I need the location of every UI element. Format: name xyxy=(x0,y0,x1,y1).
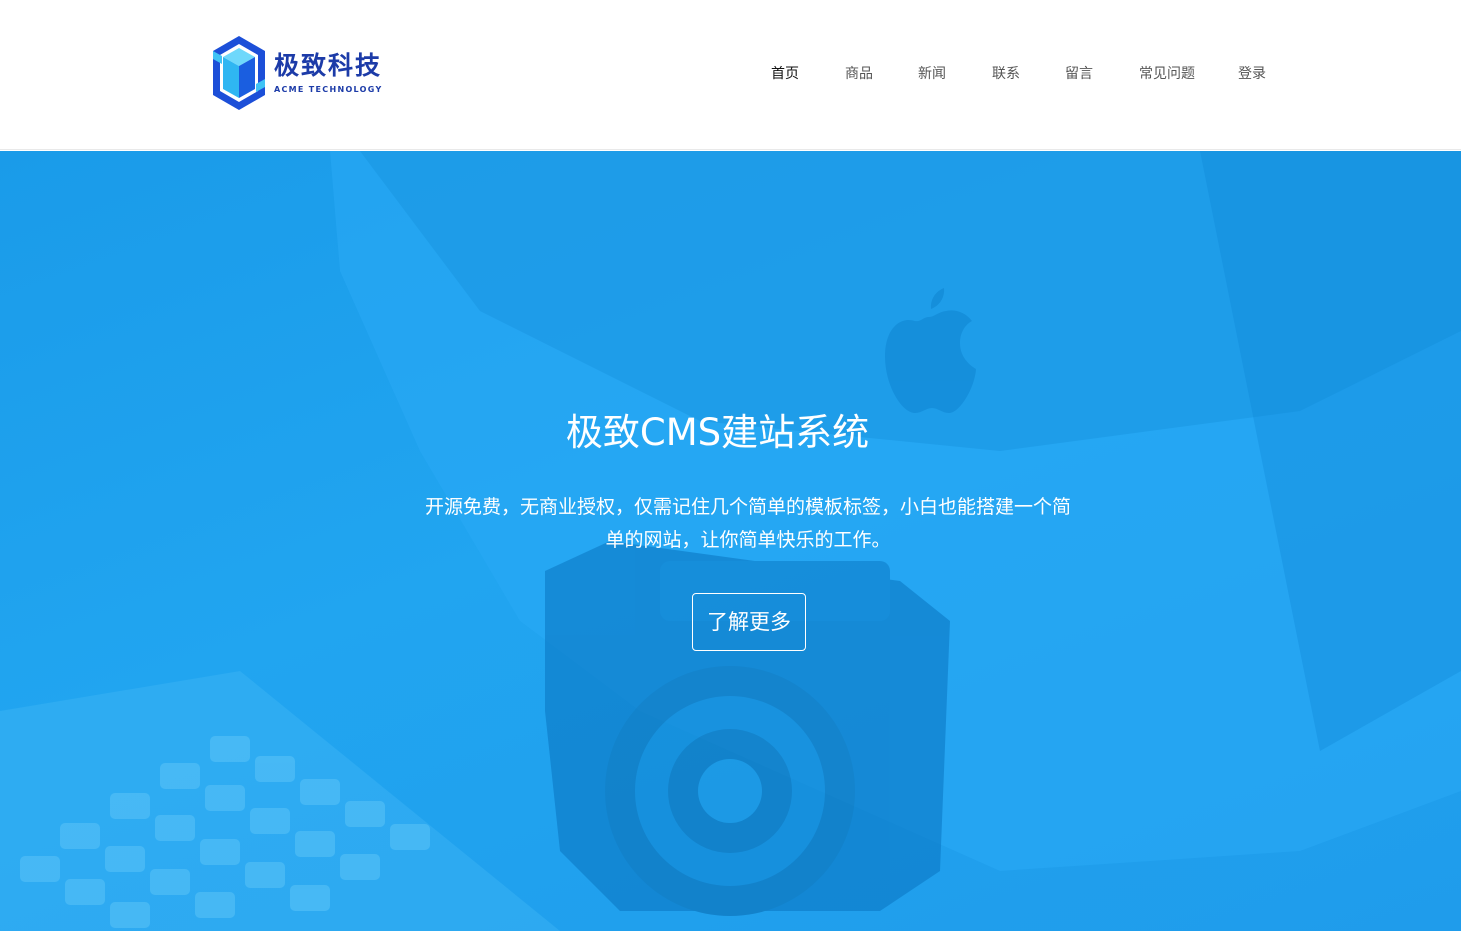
hero-description: 开源免费，无商业授权，仅需记住几个简单的模板标签，小白也能搭建一个简单的网站，让… xyxy=(425,496,1072,551)
hero-title: 极致CMS建站系统 xyxy=(565,411,870,454)
nav-item-news[interactable]: 新闻 xyxy=(918,62,946,86)
nav-item-faq[interactable]: 常见问题 xyxy=(1139,62,1195,86)
site-header: 极致科技 ACME TECHNOLOGY 首页 商品 新闻 联系 留言 常见问题… xyxy=(0,0,1461,150)
hero-banner: 极致CMS建站系统 开源免费，无商业授权，仅需记住几个简单的模板标签，小白也能搭… xyxy=(0,151,1461,931)
nav-item-products[interactable]: 商品 xyxy=(845,62,873,86)
learn-more-button[interactable]: 了解更多 xyxy=(692,593,806,651)
nav-item-message[interactable]: 留言 xyxy=(1065,62,1093,86)
nav-item-login[interactable]: 登录 xyxy=(1238,62,1266,86)
nav-item-contact[interactable]: 联系 xyxy=(992,62,1020,86)
main-nav: 首页 商品 新闻 联系 留言 常见问题 登录 xyxy=(0,62,1461,86)
nav-item-home[interactable]: 首页 xyxy=(771,62,799,86)
